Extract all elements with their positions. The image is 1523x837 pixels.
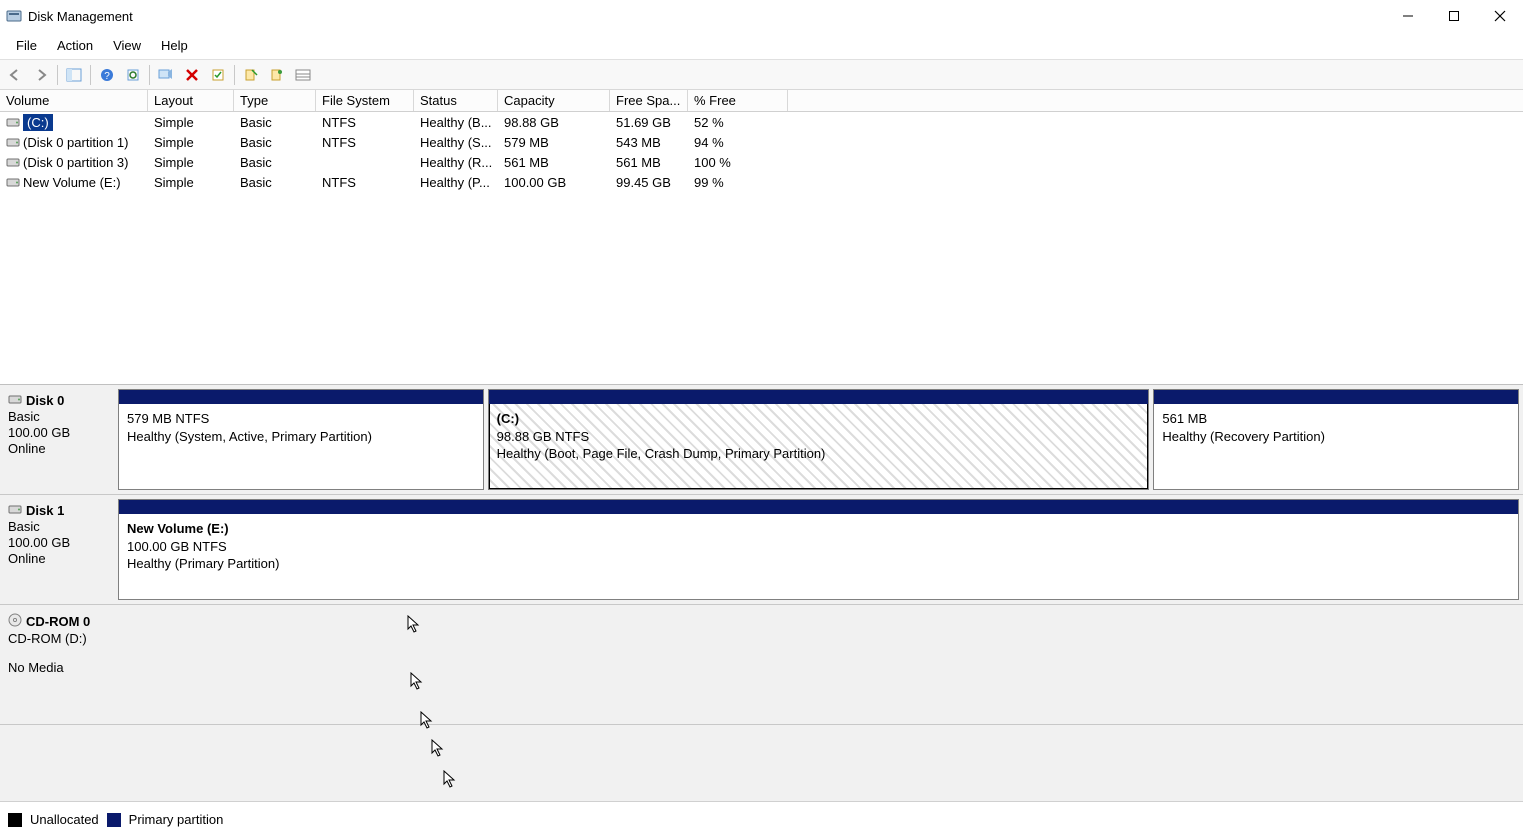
titlebar: Disk Management [0, 0, 1523, 32]
properties-button[interactable] [205, 62, 231, 88]
col-pctfree[interactable]: % Free [688, 90, 788, 111]
hdd-icon [8, 503, 22, 518]
refresh-button[interactable] [120, 62, 146, 88]
menu-view[interactable]: View [103, 34, 151, 57]
partition[interactable]: (C:) 98.88 GB NTFS Healthy (Boot, Page F… [488, 389, 1150, 490]
partition[interactable]: 579 MB NTFS Healthy (System, Active, Pri… [118, 389, 484, 490]
col-status[interactable]: Status [414, 90, 498, 111]
toolbar: ? [0, 60, 1523, 90]
legend: Unallocated Primary partition [0, 801, 1523, 837]
drive-icon [6, 136, 20, 148]
menu-file[interactable]: File [6, 34, 47, 57]
window-title: Disk Management [28, 9, 133, 24]
partition[interactable]: New Volume (E:) 100.00 GB NTFS Healthy (… [118, 499, 1519, 600]
legend-swatch-unallocated [8, 813, 22, 827]
volume-row[interactable]: New Volume (E:) Simple Basic NTFS Health… [0, 172, 1523, 192]
legend-swatch-primary [107, 813, 121, 827]
close-button[interactable] [1477, 0, 1523, 32]
disk-partitions: 579 MB NTFS Healthy (System, Active, Pri… [118, 385, 1523, 494]
drive-icon [6, 176, 20, 188]
disk-row: Disk 0Basic100.00 GBOnline 579 MB NTFS H… [0, 385, 1523, 495]
toolbar-separator [57, 65, 58, 85]
settings-button[interactable] [153, 62, 179, 88]
volume-list-header: Volume Layout Type File System Status Ca… [0, 90, 1523, 112]
cd-icon [8, 613, 22, 630]
col-type[interactable]: Type [234, 90, 316, 111]
disk-label[interactable]: Disk 1Basic100.00 GBOnline [0, 495, 118, 604]
legend-label-primary: Primary partition [129, 812, 224, 827]
drive-icon [6, 116, 20, 128]
col-layout[interactable]: Layout [148, 90, 234, 111]
menu-help[interactable]: Help [151, 34, 198, 57]
volume-row[interactable]: (Disk 0 partition 1) Simple Basic NTFS H… [0, 132, 1523, 152]
window-controls [1385, 0, 1523, 32]
delete-button[interactable] [179, 62, 205, 88]
col-volume[interactable]: Volume [0, 90, 148, 111]
menu-action[interactable]: Action [47, 34, 103, 57]
volume-list: Volume Layout Type File System Status Ca… [0, 90, 1523, 385]
show-hide-button[interactable] [61, 62, 87, 88]
disk-partitions: New Volume (E:) 100.00 GB NTFS Healthy (… [118, 495, 1523, 604]
disk-row: Disk 1Basic100.00 GBOnline New Volume (E… [0, 495, 1523, 605]
action2-button[interactable] [264, 62, 290, 88]
disk-row: CD-ROM 0CD-ROM (D:)No Media [0, 605, 1523, 725]
toolbar-separator [90, 65, 91, 85]
disk-map: Disk 0Basic100.00 GBOnline 579 MB NTFS H… [0, 385, 1523, 801]
new-button[interactable] [238, 62, 264, 88]
list-button[interactable] [290, 62, 316, 88]
disk-partitions [118, 605, 1523, 724]
minimize-button[interactable] [1385, 0, 1431, 32]
toolbar-separator [234, 65, 235, 85]
forward-button[interactable] [28, 62, 54, 88]
drive-icon [6, 156, 20, 168]
volume-row[interactable]: (Disk 0 partition 3) Simple Basic Health… [0, 152, 1523, 172]
menubar: File Action View Help [0, 32, 1523, 60]
col-fs[interactable]: File System [316, 90, 414, 111]
col-capacity[interactable]: Capacity [498, 90, 610, 111]
legend-label-unallocated: Unallocated [30, 812, 99, 827]
help-button[interactable]: ? [94, 62, 120, 88]
disk-label[interactable]: Disk 0Basic100.00 GBOnline [0, 385, 118, 494]
toolbar-separator [149, 65, 150, 85]
hdd-icon [8, 393, 22, 408]
disk-label[interactable]: CD-ROM 0CD-ROM (D:)No Media [0, 605, 118, 724]
col-free[interactable]: Free Spa... [610, 90, 688, 111]
app-icon [6, 8, 22, 24]
partition[interactable]: 561 MB Healthy (Recovery Partition) [1153, 389, 1519, 490]
svg-text:?: ? [104, 71, 110, 82]
back-button[interactable] [2, 62, 28, 88]
maximize-button[interactable] [1431, 0, 1477, 32]
volume-row[interactable]: (C:) Simple Basic NTFS Healthy (B... 98.… [0, 112, 1523, 132]
